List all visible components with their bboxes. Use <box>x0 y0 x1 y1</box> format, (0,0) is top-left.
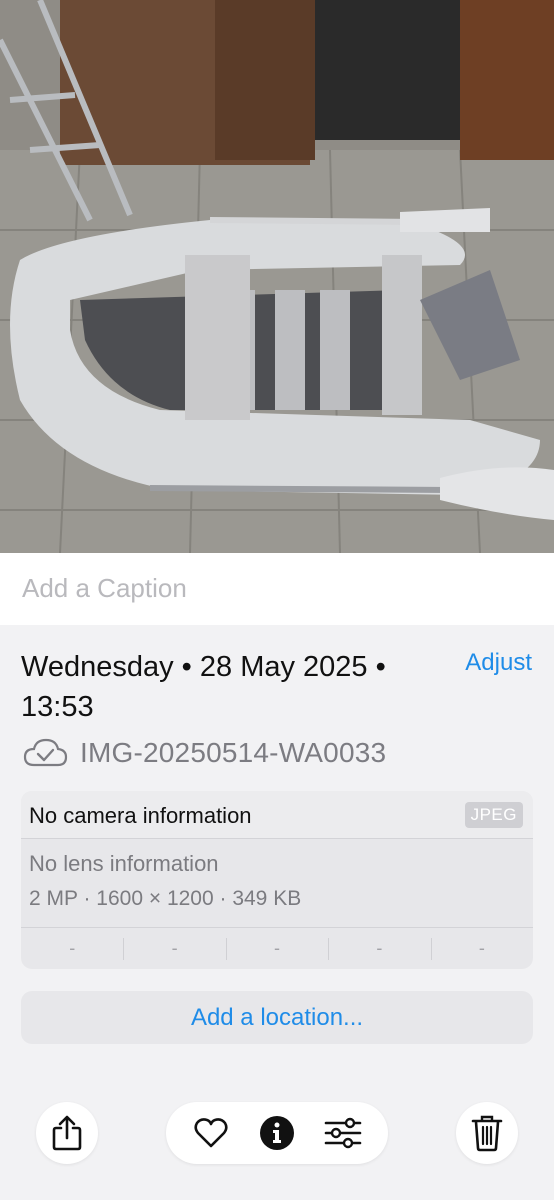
info-icon <box>260 1116 294 1150</box>
exif-shutter: - <box>430 928 533 969</box>
date-time: Wednesday • 28 May 2025 • 13:53 <box>21 651 386 723</box>
heart-icon <box>194 1118 228 1148</box>
edit-button[interactable] <box>319 1109 367 1157</box>
info-button[interactable] <box>253 1109 301 1157</box>
trash-icon <box>471 1115 503 1152</box>
exif-aperture: - <box>328 928 430 969</box>
sliders-icon <box>324 1117 362 1149</box>
share-icon <box>52 1115 82 1151</box>
caption-field[interactable]: Add a Caption <box>0 553 554 625</box>
share-button[interactable] <box>36 1102 98 1164</box>
camera-header: No camera information JPEG <box>21 791 533 839</box>
exif-exposure: - <box>225 928 328 969</box>
lens-info: No lens information <box>29 851 219 876</box>
caption-placeholder: Add a Caption <box>22 573 187 603</box>
adjust-button[interactable]: Adjust <box>465 649 532 677</box>
photo-image[interactable] <box>0 0 554 553</box>
add-location-button[interactable]: Add a location... <box>21 991 533 1044</box>
image-specs: 2 MP · 1600 × 1200 · 349 KB <box>29 887 302 910</box>
photo-actions-toolbar <box>166 1102 388 1164</box>
format-badge: JPEG <box>464 802 523 828</box>
filename-row: IMG-20250514-WA0033 <box>22 733 386 773</box>
exif-iso: - <box>69 938 76 958</box>
cloud-check-icon <box>23 738 68 767</box>
metadata-card: No camera information JPEG No lens infor… <box>21 791 533 969</box>
exif-focal-length: - <box>123 928 225 969</box>
favorite-button[interactable] <box>187 1109 235 1157</box>
filename: IMG-20250514-WA0033 <box>80 737 387 768</box>
delete-button[interactable] <box>456 1102 518 1164</box>
exif-row: - - - - - <box>21 927 533 969</box>
camera-info: No camera information <box>29 803 252 828</box>
